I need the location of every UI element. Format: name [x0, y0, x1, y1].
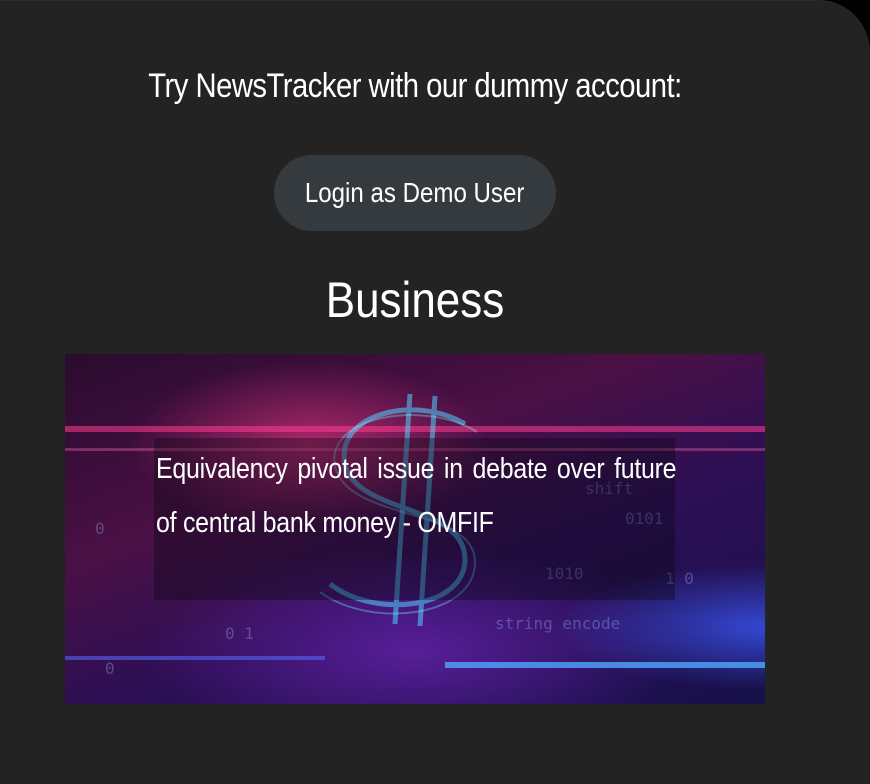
svg-text:0 1: 0 1: [225, 624, 254, 643]
svg-text:string encode: string encode: [495, 614, 620, 633]
svg-text:0: 0: [95, 519, 105, 538]
demo-intro-text: Try NewsTracker with our dummy account:: [148, 67, 682, 105]
news-card[interactable]: 0 0101 1 0 1010 string encode 0 0 1 shif…: [65, 354, 765, 704]
svg-text:0: 0: [105, 659, 115, 678]
section-title: Business: [325, 272, 505, 328]
login-demo-user-button[interactable]: Login as Demo User: [274, 155, 556, 231]
headline-overlay: Equivalency pivotal issue in debate over…: [154, 438, 677, 600]
demo-panel: Try NewsTracker with our dummy account: …: [0, 0, 870, 784]
login-demo-user-label: Login as Demo User: [305, 177, 525, 208]
article-headline[interactable]: Equivalency pivotal issue in debate over…: [156, 442, 677, 550]
